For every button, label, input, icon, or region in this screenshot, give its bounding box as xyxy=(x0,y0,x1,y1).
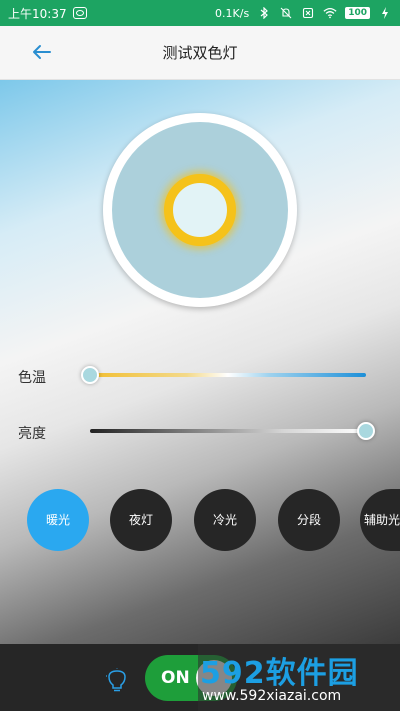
page-title: 测试双色灯 xyxy=(162,44,238,62)
brightness-label: 亮度 xyxy=(18,426,46,442)
watermark: 592软件园 www.592xiazai.com xyxy=(198,644,400,711)
color-temperature-thumb[interactable] xyxy=(81,366,99,384)
color-temperature-label: 色温 xyxy=(18,370,46,386)
lamp-inner-disc xyxy=(112,122,288,298)
color-temperature-slider[interactable] xyxy=(90,373,366,377)
brightness-thumb[interactable] xyxy=(357,422,375,440)
bluetooth-icon xyxy=(257,7,271,19)
status-left: 上午10:37 xyxy=(8,5,87,22)
lightbulb-icon[interactable] xyxy=(105,667,128,694)
charging-icon xyxy=(378,7,392,19)
lamp-glow-ring xyxy=(164,174,236,246)
power-toggle-label: ON xyxy=(161,668,190,688)
status-bar: 上午10:37 0.1K/s 100 xyxy=(0,0,400,26)
app-bar: 测试双色灯 xyxy=(0,26,400,80)
watermark-url: www.592xiazai.com xyxy=(202,688,342,704)
mode-button-auxiliary[interactable]: 辅助光 xyxy=(360,489,400,551)
network-speed: 0.1K/s xyxy=(215,6,250,20)
mode-button-cool[interactable]: 冷光 xyxy=(194,489,256,551)
battery-icon: 100 xyxy=(345,7,370,19)
lamp-preview xyxy=(103,113,297,307)
message-icon xyxy=(72,7,87,19)
no-sim-icon xyxy=(301,7,315,19)
mode-button-segment[interactable]: 分段 xyxy=(278,489,340,551)
mode-button-warm[interactable]: 暖光 xyxy=(27,489,89,551)
watermark-brand: 592软件园 xyxy=(200,656,359,691)
main-panel: 色温 亮度 暖光 夜灯 冷光 分段 辅助光 xyxy=(0,80,400,644)
brightness-slider[interactable] xyxy=(90,429,366,433)
status-time: 上午10:37 xyxy=(8,6,67,21)
wifi-icon xyxy=(323,7,337,19)
status-right: 0.1K/s 100 xyxy=(215,7,392,20)
mode-button-night[interactable]: 夜灯 xyxy=(110,489,172,551)
mute-icon xyxy=(279,7,293,19)
